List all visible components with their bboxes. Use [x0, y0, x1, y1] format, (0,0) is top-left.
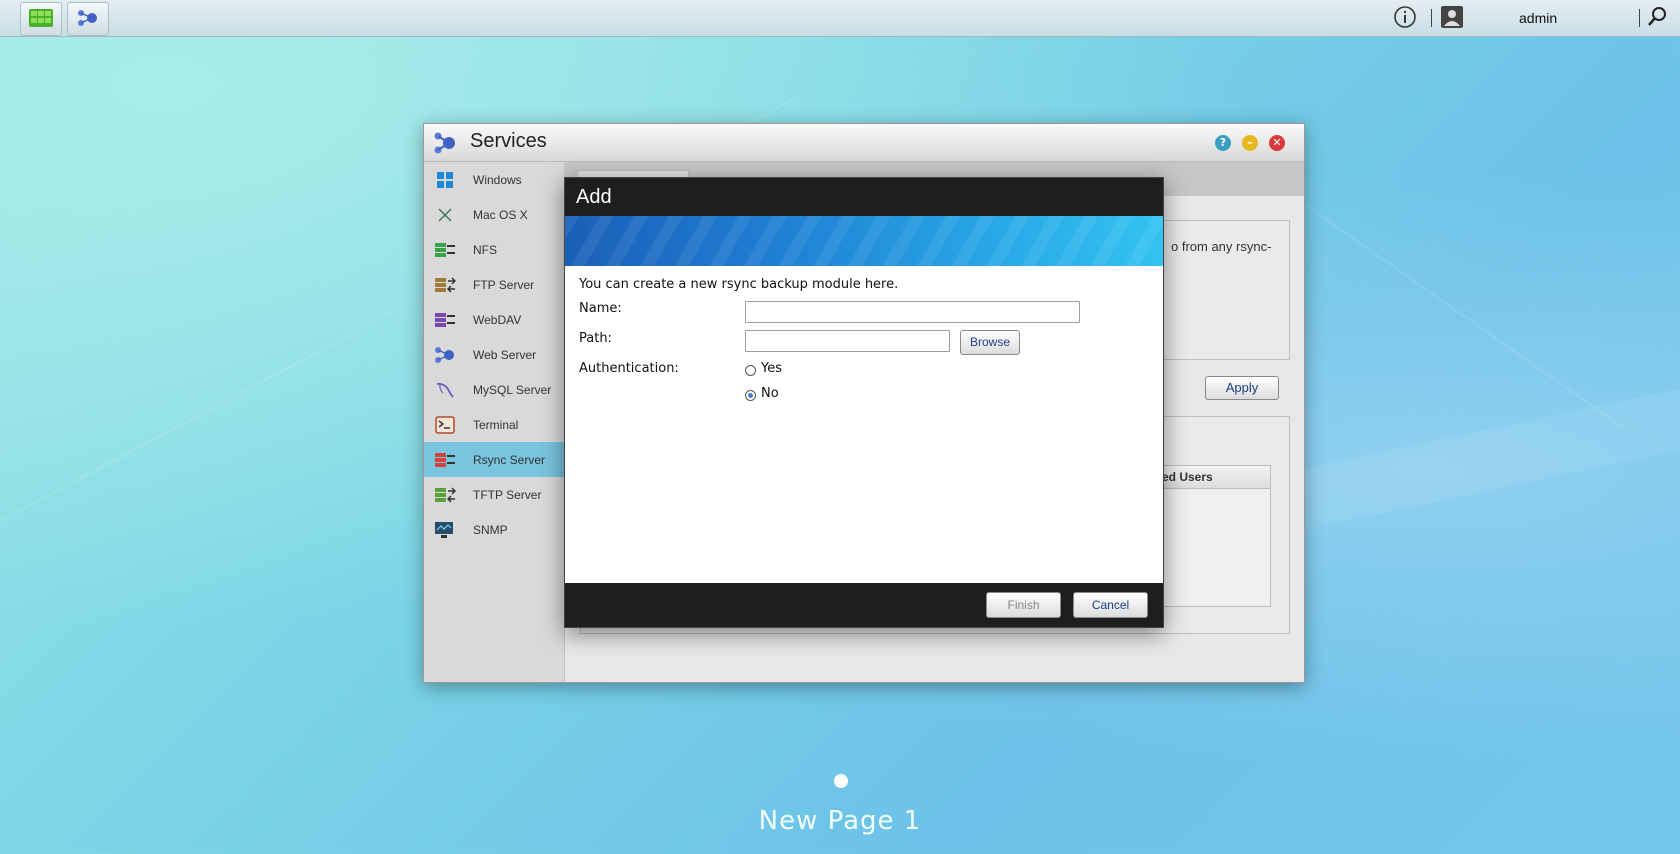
sidebar-item-label: TFTP Server: [473, 487, 542, 502]
auth-no-radio[interactable]: [745, 390, 756, 401]
search-icon: [1646, 6, 1668, 31]
mysql-icon: [434, 381, 456, 399]
grid-icon: [28, 8, 54, 31]
rsync-icon: [434, 451, 456, 469]
finish-button[interactable]: Finish: [986, 592, 1061, 618]
sidebar-item-mac-os-x[interactable]: Mac OS X: [424, 197, 564, 232]
dialog-footer: Finish Cancel: [565, 583, 1163, 627]
auth-no-label[interactable]: No: [761, 386, 779, 401]
tftp-icon: [434, 486, 456, 504]
terminal-icon: [434, 415, 456, 434]
dialog-title-bar[interactable]: Add: [565, 178, 1163, 216]
info-button[interactable]: [1393, 0, 1417, 36]
dialog-body: You can create a new rsync backup module…: [565, 266, 1163, 583]
nfs-icon: [434, 241, 456, 259]
dialog-title: Add: [576, 186, 612, 208]
user-icon: [1440, 5, 1464, 32]
page-indicator-dot[interactable]: [834, 774, 848, 788]
sidebar-item-tftp-server[interactable]: TFTP Server: [424, 477, 564, 512]
sidebar-item-rsync-server[interactable]: Rsync Server: [424, 442, 564, 477]
sidebar-item-label: Mac OS X: [473, 207, 528, 222]
close-button[interactable]: ✕: [1269, 135, 1285, 151]
add-dialog: Add You can create a new rsync backup mo…: [564, 177, 1164, 628]
services-taskbar-button[interactable]: [67, 2, 109, 36]
info-icon: [1393, 5, 1417, 32]
path-input[interactable]: [745, 330, 950, 352]
dialog-intro: You can create a new rsync backup module…: [579, 277, 899, 292]
sidebar-item-snmp[interactable]: SNMP: [424, 512, 564, 547]
ftp-icon: [434, 276, 456, 294]
sidebar-item-terminal[interactable]: Terminal: [424, 407, 564, 442]
sidebar-item-label: Web Server: [473, 347, 537, 362]
web-server-icon: [434, 346, 456, 364]
auth-yes-radio[interactable]: [745, 365, 756, 376]
windows-icon: [434, 171, 456, 189]
sidebar-item-label: Windows: [473, 172, 522, 187]
settings-description: o from any rsync-: [1171, 239, 1272, 254]
sidebar-item-webdav[interactable]: WebDAV: [424, 302, 564, 337]
taskbar: admin: [0, 0, 1680, 37]
sidebar-item-label: SNMP: [473, 522, 508, 537]
dialog-banner: [565, 216, 1163, 266]
name-input[interactable]: [745, 301, 1080, 323]
close-icon: ✕: [1272, 136, 1282, 149]
webdav-icon: [434, 311, 456, 329]
sidebar-item-windows[interactable]: Windows: [424, 162, 564, 197]
minimize-icon: –: [1247, 136, 1253, 149]
sidebar-item-label: FTP Server: [473, 277, 535, 292]
sidebar-item-ftp-server[interactable]: FTP Server: [424, 267, 564, 302]
browse-button[interactable]: Browse: [960, 330, 1020, 355]
desktop-page-label: New Page 1: [758, 806, 922, 836]
username-label[interactable]: admin: [1519, 10, 1557, 26]
taskbar-divider: [1639, 9, 1640, 27]
user-button[interactable]: [1440, 0, 1464, 36]
name-label: Name:: [579, 301, 622, 316]
auth-yes-label[interactable]: Yes: [761, 361, 782, 376]
services-sidebar: Windows Mac OS X NFS FTP Server WebDAV W…: [424, 162, 565, 682]
sidebar-item-label: MySQL Server: [473, 382, 552, 397]
services-title: Services: [470, 130, 547, 152]
cancel-button[interactable]: Cancel: [1073, 592, 1148, 618]
taskbar-divider: [1431, 9, 1432, 27]
snmp-icon: [434, 521, 456, 539]
sidebar-item-nfs[interactable]: NFS: [424, 232, 564, 267]
help-button[interactable]: ?: [1215, 135, 1231, 151]
authentication-label: Authentication:: [579, 361, 679, 376]
services-icon: [432, 131, 458, 158]
sidebar-item-mysql-server[interactable]: MySQL Server: [424, 372, 564, 407]
mac-icon: [434, 206, 456, 224]
sidebar-item-label: NFS: [473, 242, 497, 257]
help-icon: ?: [1219, 136, 1227, 149]
apply-button[interactable]: Apply: [1205, 376, 1279, 400]
minimize-button[interactable]: –: [1242, 135, 1258, 151]
sidebar-item-label: Terminal: [473, 417, 519, 432]
path-label: Path:: [579, 331, 612, 346]
sidebar-item-label: Rsync Server: [473, 452, 546, 467]
sidebar-item-label: WebDAV: [473, 312, 522, 327]
services-title-bar[interactable]: Services ? – ✕: [424, 124, 1304, 162]
main-menu-button[interactable]: [20, 2, 62, 36]
search-button[interactable]: [1646, 0, 1668, 36]
sidebar-item-web-server[interactable]: Web Server: [424, 337, 564, 372]
services-icon: [76, 8, 100, 31]
